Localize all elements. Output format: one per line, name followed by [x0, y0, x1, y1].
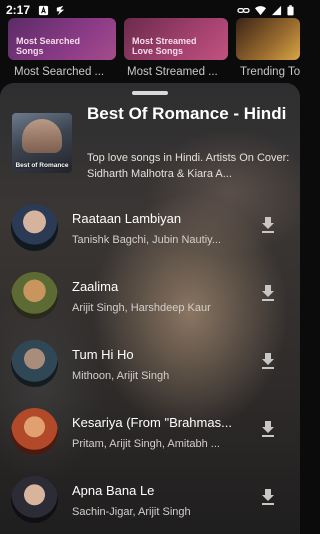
card-text: Most Streamed Love Songs: [132, 36, 197, 56]
card-caption: Most Streamed ...: [127, 66, 218, 78]
signal-icon: [271, 5, 282, 15]
playlist-bottom-sheet[interactable]: Best of Romance Best Of Romance - Hindi …: [0, 83, 300, 534]
notification-icons: [38, 5, 66, 16]
cover-caption: Best of Romance: [15, 162, 69, 169]
song-row[interactable]: Zaalima Arijit Singh, Harshdeep Kaur: [0, 269, 300, 329]
song-thumbnail: [11, 408, 58, 455]
a-square-icon: [38, 5, 49, 15]
download-icon[interactable]: [260, 216, 276, 234]
song-artists: Arijit Singh, Harshdeep Kaur: [72, 302, 211, 314]
battery-icon: [287, 4, 294, 15]
link-icon: [237, 7, 250, 13]
song-artists: Sachin-Jigar, Arijit Singh: [72, 506, 191, 518]
song-thumbnail: [11, 340, 58, 387]
song-artists: Tanishk Bagchi, Jubin Nautiy...: [72, 234, 221, 246]
song-row[interactable]: Tum Hi Ho Mithoon, Arijit Singh: [0, 337, 300, 397]
most-searched-card[interactable]: Most Searched Songs: [8, 18, 116, 60]
song-title: Tum Hi Ho: [72, 347, 134, 362]
playlist-description: Top love songs in Hindi. Artists On Cove…: [87, 152, 290, 180]
bolt-icon: [56, 5, 65, 15]
playlist-cover: Best of Romance: [12, 113, 72, 173]
song-title: Kesariya (From "Brahmas...: [72, 415, 232, 430]
song-title: Zaalima: [72, 279, 119, 294]
song-thumbnail: [11, 272, 58, 319]
song-title: Apna Bana Le: [72, 483, 155, 498]
playlist-title: Best Of Romance - Hindi: [87, 104, 287, 123]
card-caption: Most Searched ...: [14, 66, 105, 78]
status-bar: 2:17: [0, 0, 300, 20]
song-row[interactable]: Raataan Lambiyan Tanishk Bagchi, Jubin N…: [0, 201, 300, 261]
download-icon[interactable]: [260, 420, 276, 438]
card-caption: Trending To: [240, 66, 300, 78]
playlist-header: Best of Romance Best Of Romance - Hindi …: [12, 103, 294, 180]
status-time: 2:17: [6, 3, 31, 17]
download-icon[interactable]: [260, 284, 276, 302]
card-text: Most Searched Songs: [16, 36, 81, 56]
song-artists: Mithoon, Arijit Singh: [72, 370, 170, 382]
drag-handle[interactable]: [132, 91, 168, 95]
download-icon[interactable]: [260, 488, 276, 506]
song-artists: Pritam, Arijit Singh, Amitabh ...: [72, 438, 220, 450]
download-icon[interactable]: [260, 352, 276, 370]
song-row[interactable]: Kesariya (From "Brahmas... Pritam, Ariji…: [0, 405, 300, 465]
song-row[interactable]: Apna Bana Le Sachin-Jigar, Arijit Singh: [0, 473, 300, 533]
song-thumbnail: [11, 476, 58, 523]
song-title: Raataan Lambiyan: [72, 211, 182, 226]
trending-card[interactable]: [236, 18, 300, 60]
most-streamed-card[interactable]: Most Streamed Love Songs: [124, 18, 228, 60]
song-thumbnail: [11, 204, 58, 251]
wifi-icon: [255, 5, 266, 15]
system-icons: [237, 4, 294, 16]
